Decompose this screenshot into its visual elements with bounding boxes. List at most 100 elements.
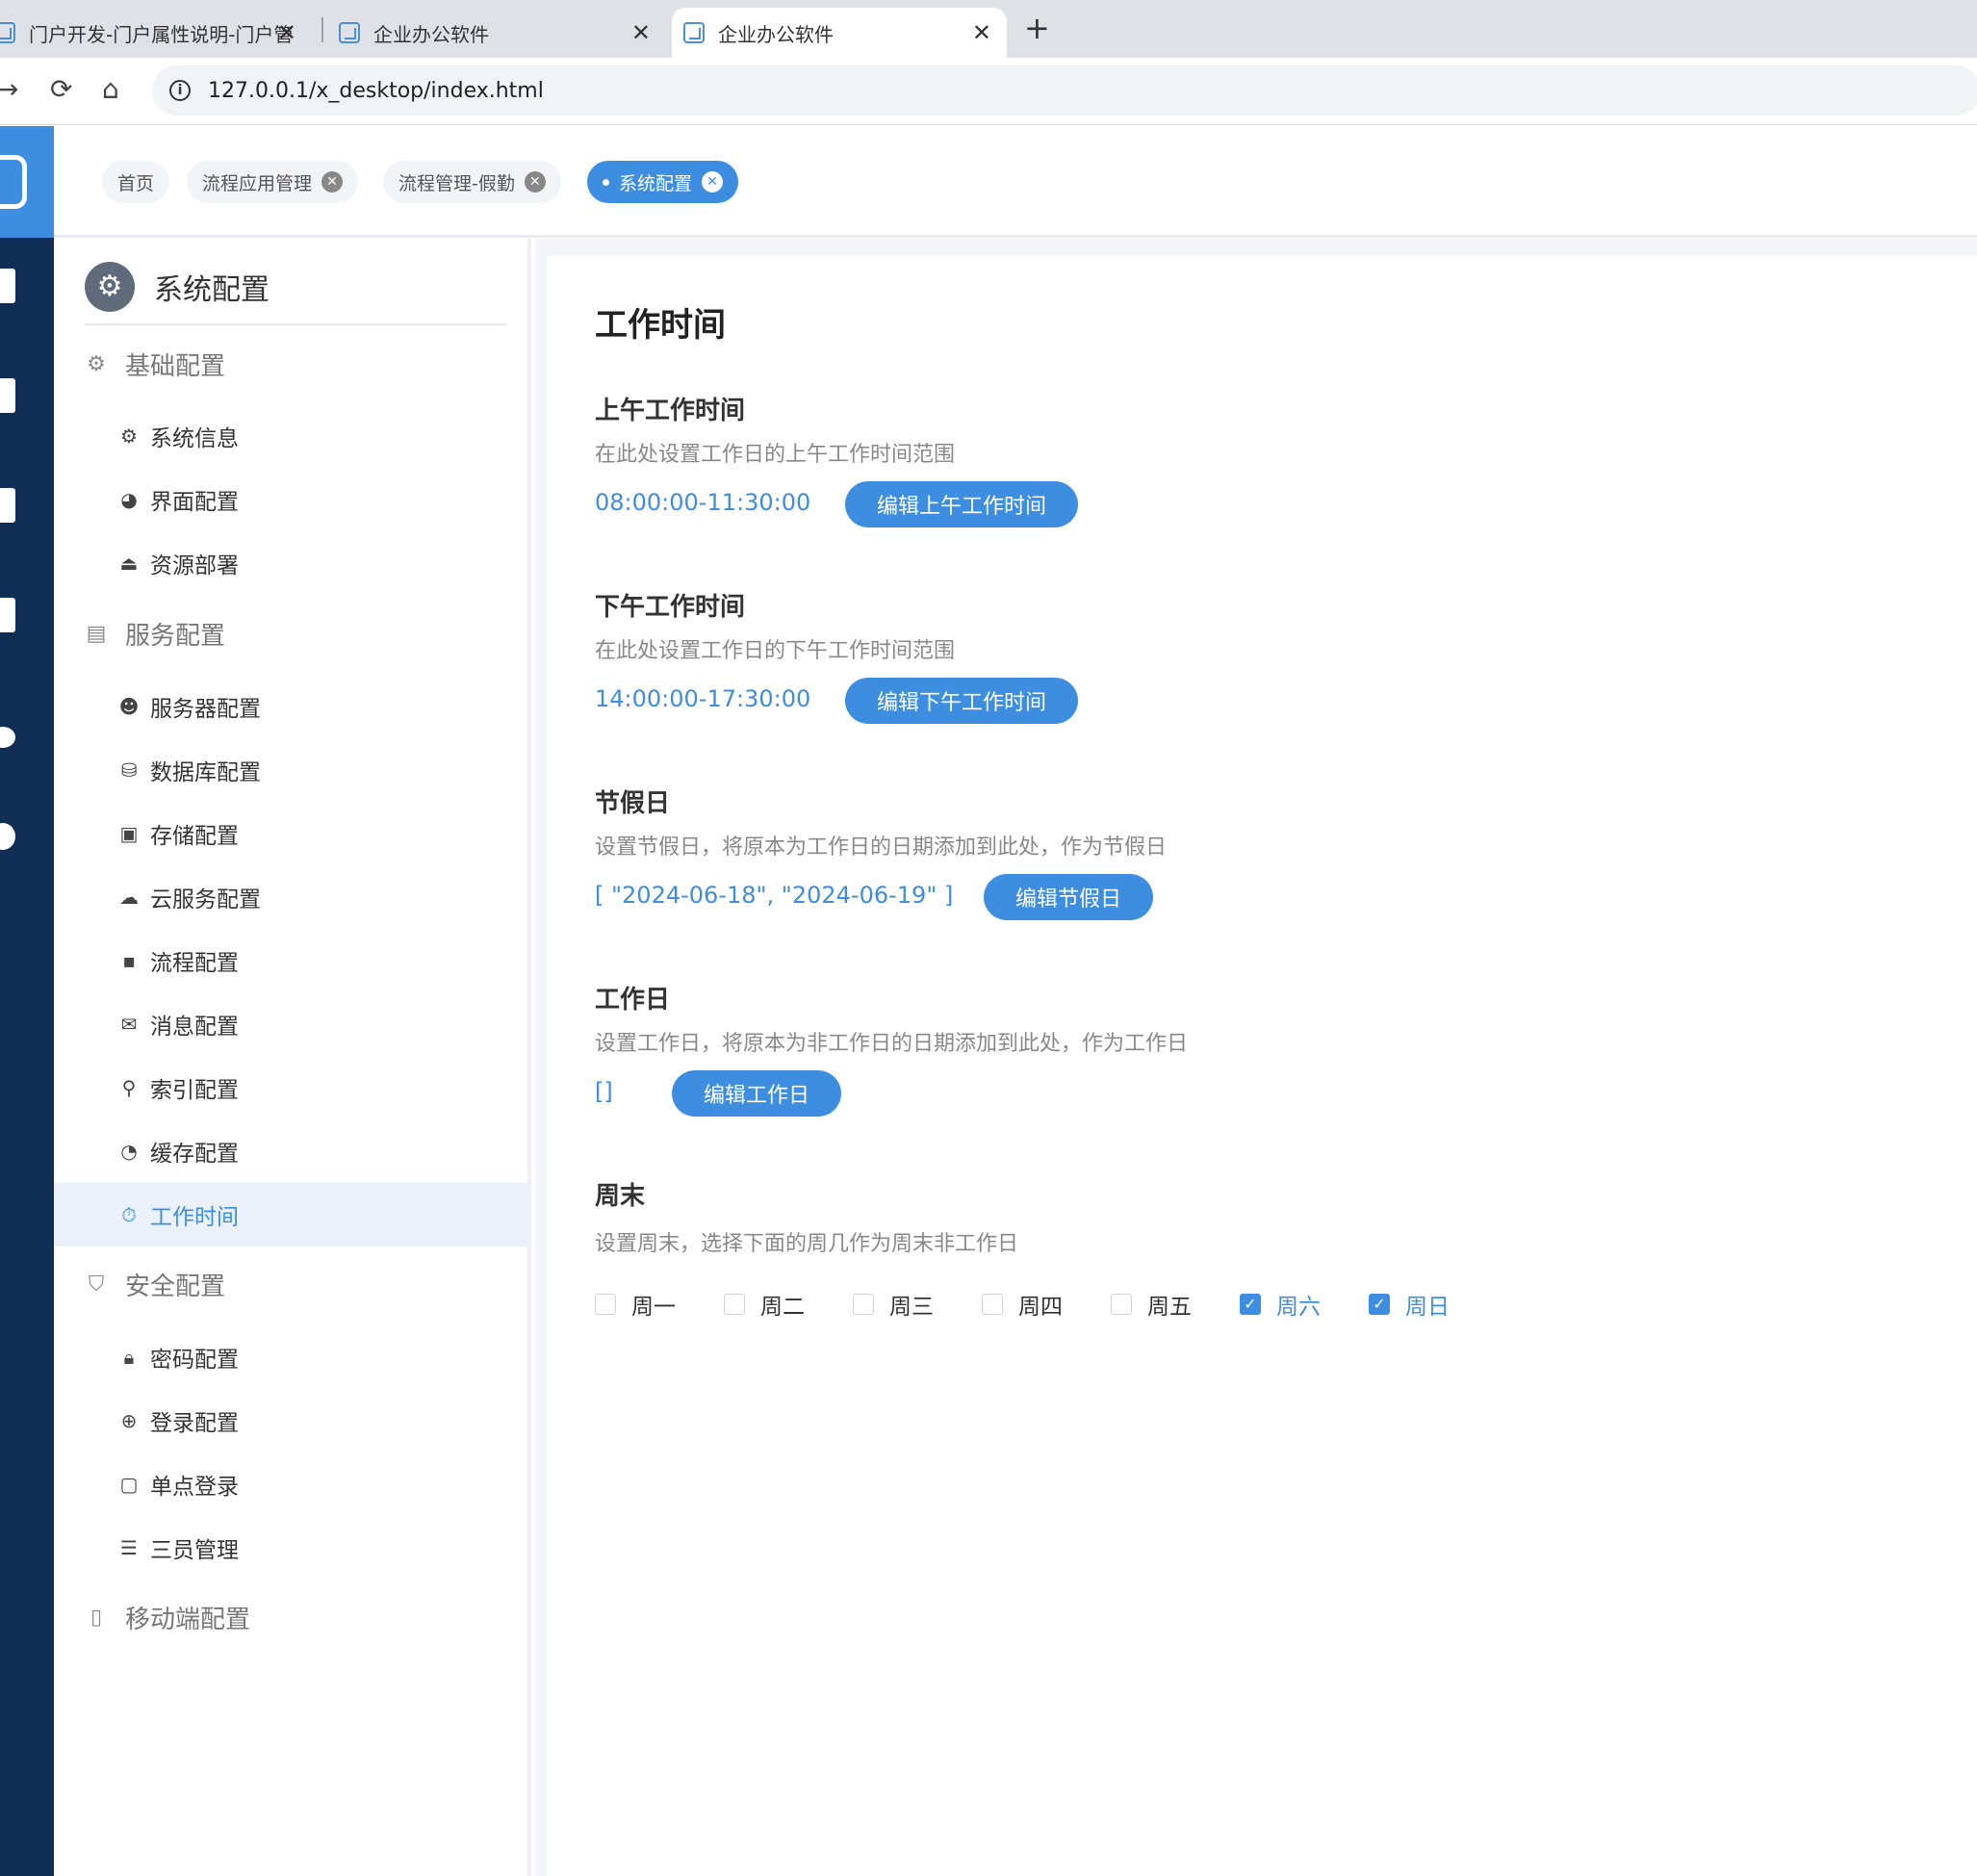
edit-holidays-button[interactable]: 编辑节假日 <box>984 874 1153 920</box>
checkbox-label: 周日 <box>1405 1295 1450 1320</box>
weekday-checkbox[interactable]: 周五 <box>1111 1288 1192 1321</box>
checkbox-box[interactable] <box>595 1294 616 1315</box>
sidebar-item-label: 云服务配置 <box>150 887 261 912</box>
tab-separator <box>321 17 323 42</box>
sidebar-item-password-config[interactable]: 🔒︎ 密码配置 <box>54 1325 531 1389</box>
sidebar-title: 系统配置 <box>154 273 270 307</box>
group-service[interactable]: ▤ 服务配置 <box>85 616 225 652</box>
group-label: 移动端配置 <box>125 1606 251 1634</box>
group-security[interactable]: ⛉ 安全配置 <box>85 1267 225 1302</box>
checkbox-box[interactable]: ✓ <box>1240 1294 1261 1315</box>
upload-icon: ⏏ <box>119 552 139 575</box>
group-basic[interactable]: ⚙ 基础配置 <box>85 347 225 382</box>
sidebar-item-label: 工作时间 <box>150 1205 239 1230</box>
gear-icon: ⚙ <box>120 424 138 448</box>
document-icon[interactable] <box>0 488 15 523</box>
sidebar-item-flow-config[interactable]: ▪ 流程配置 <box>54 929 531 992</box>
checkbox-box[interactable]: ✓ <box>1369 1294 1390 1315</box>
weekday-checkbox[interactable]: 周二 <box>724 1288 805 1321</box>
sidebar-item-label: 单点登录 <box>150 1475 239 1500</box>
edit-workdays-button[interactable]: 编辑工作日 <box>672 1070 841 1117</box>
tab-close-icon[interactable]: ✕ <box>277 19 296 46</box>
edit-afternoon-button[interactable]: 编辑下午工作时间 <box>845 678 1078 724</box>
sidebar-item-ui-config[interactable]: ◕ 界面配置 <box>54 468 531 531</box>
sidebar-item-resource-deploy[interactable]: ⏏ 资源部署 <box>54 531 531 595</box>
weekday-checkbox[interactable]: 周四 <box>982 1288 1063 1321</box>
sidebar-item-cache-config[interactable]: ◔ 缓存配置 <box>54 1119 531 1183</box>
close-icon[interactable]: ✕ <box>321 171 344 193</box>
sidebar-item-label: 界面配置 <box>150 490 239 515</box>
calendar-icon[interactable] <box>0 598 15 632</box>
section-desc: 在此处设置工作日的上午工作时间范围 <box>595 443 956 467</box>
checkbox-box[interactable] <box>1111 1294 1132 1315</box>
breadcrumb: 首页 流程应用管理 ✕ 流程管理-假勤 ✕ 系统配置 ✕ <box>54 126 1977 238</box>
app-logo-icon <box>0 22 15 43</box>
checkbox-box[interactable] <box>853 1294 874 1315</box>
sidebar-item-three-admins[interactable]: ☰ 三员管理 <box>54 1516 531 1580</box>
browser-tab-3-active[interactable]: 企业办公软件 ✕ <box>672 8 1007 58</box>
section-title: 下午工作时间 <box>595 593 746 622</box>
app-logo-icon <box>683 22 705 43</box>
close-icon[interactable]: ✕ <box>524 171 546 193</box>
sidebar-item-cloud-config[interactable]: ☁ 云服务配置 <box>54 865 531 929</box>
close-icon[interactable]: ✕ <box>702 171 724 193</box>
search-icon: ⚲ <box>121 1076 137 1099</box>
weekday-checkbox[interactable]: ✓ 周六 <box>1240 1288 1321 1321</box>
sidebar-item-server-config[interactable]: ☻ 服务器配置 <box>54 675 531 738</box>
edit-morning-button[interactable]: 编辑上午工作时间 <box>845 481 1078 527</box>
group-mobile[interactable]: ▯ 移动端配置 <box>85 1600 250 1635</box>
sidebar-item-database-config[interactable]: ⛁ 数据库配置 <box>54 738 531 802</box>
chip-label: 流程管理-假勤 <box>398 172 515 194</box>
new-tab-button[interactable]: + <box>1024 10 1050 46</box>
monitor-icon[interactable] <box>0 378 15 413</box>
home-icon[interactable] <box>0 269 15 303</box>
sidebar-item-label: 资源部署 <box>150 553 239 578</box>
breadcrumb-home[interactable]: 首页 <box>102 161 170 203</box>
checkbox-box[interactable] <box>724 1294 745 1315</box>
reload-button[interactable]: ⟳ <box>50 73 72 105</box>
cloud-icon: ☁ <box>119 886 139 909</box>
checkbox-box[interactable] <box>982 1294 1003 1315</box>
sidebar-item-label: 系统信息 <box>150 426 239 451</box>
checkbox-label: 周二 <box>760 1295 805 1320</box>
browser-tab-1[interactable]: 门户开发-门户属性说明-门户管 ✕ <box>0 8 312 58</box>
tab-close-icon[interactable]: ✕ <box>631 19 651 46</box>
login-icon: ⊕ <box>120 1409 138 1432</box>
sidebar-item-label: 密码配置 <box>150 1348 239 1373</box>
app-logo-icon <box>339 22 360 43</box>
sidebar-item-login-config[interactable]: ⊕ 登录配置 <box>54 1389 531 1452</box>
breadcrumb-process-leave[interactable]: 流程管理-假勤 ✕ <box>383 161 561 203</box>
weekday-checkbox[interactable]: 周三 <box>853 1288 934 1321</box>
sidebar-item-sso[interactable]: ▢ 单点登录 <box>54 1452 531 1516</box>
sidebar-item-storage-config[interactable]: ▣ 存储配置 <box>54 802 531 865</box>
lock-icon: 🔒︎ <box>123 1346 135 1369</box>
sidebar-item-work-time[interactable]: ⏱ 工作时间 <box>54 1183 531 1246</box>
weekday-checkbox[interactable]: ✓ 周日 <box>1369 1288 1450 1321</box>
weekday-checkbox[interactable]: 周一 <box>595 1288 676 1321</box>
sidebar-item-label: 缓存配置 <box>150 1142 239 1167</box>
breadcrumb-process-app[interactable]: 流程应用管理 ✕ <box>187 161 359 203</box>
browser-tab-2[interactable]: 企业办公软件 ✕ <box>339 8 666 58</box>
sidebar-item-message-config[interactable]: ✉ 消息配置 <box>54 992 531 1056</box>
sidebar-item-label: 三员管理 <box>150 1538 239 1563</box>
checkbox-label: 周一 <box>631 1295 676 1320</box>
site-info-icon[interactable]: i <box>169 80 191 101</box>
url-field[interactable]: i 127.0.0.1/x_desktop/index.html <box>152 65 1977 116</box>
home-button[interactable]: ⌂ <box>102 73 119 105</box>
gear-icon: ⚙ <box>85 262 135 312</box>
tab-title: 门户开发-门户属性说明-门户管 <box>29 22 294 46</box>
server-user-icon: ☻ <box>118 695 140 718</box>
sidebar-item-label: 流程配置 <box>150 951 239 976</box>
tab-close-icon[interactable]: ✕ <box>972 19 991 46</box>
sidebar-item-label: 服务器配置 <box>150 697 261 722</box>
forward-button[interactable]: → <box>0 73 18 105</box>
settings-icon[interactable] <box>0 823 15 850</box>
app-logo-icon <box>0 155 27 209</box>
gear-icon[interactable] <box>0 727 15 748</box>
sidebar-item-system-info[interactable]: ⚙ 系统信息 <box>54 404 531 468</box>
sidebar-item-label: 消息配置 <box>150 1015 239 1040</box>
sidebar-item-index-config[interactable]: ⚲ 索引配置 <box>54 1056 531 1119</box>
breadcrumb-system-config[interactable]: 系统配置 ✕ <box>587 161 739 203</box>
tab-title: 企业办公软件 <box>373 22 489 46</box>
section-desc: 设置节假日，将原本为工作日的日期添加到此处，作为节假日 <box>595 835 1168 860</box>
